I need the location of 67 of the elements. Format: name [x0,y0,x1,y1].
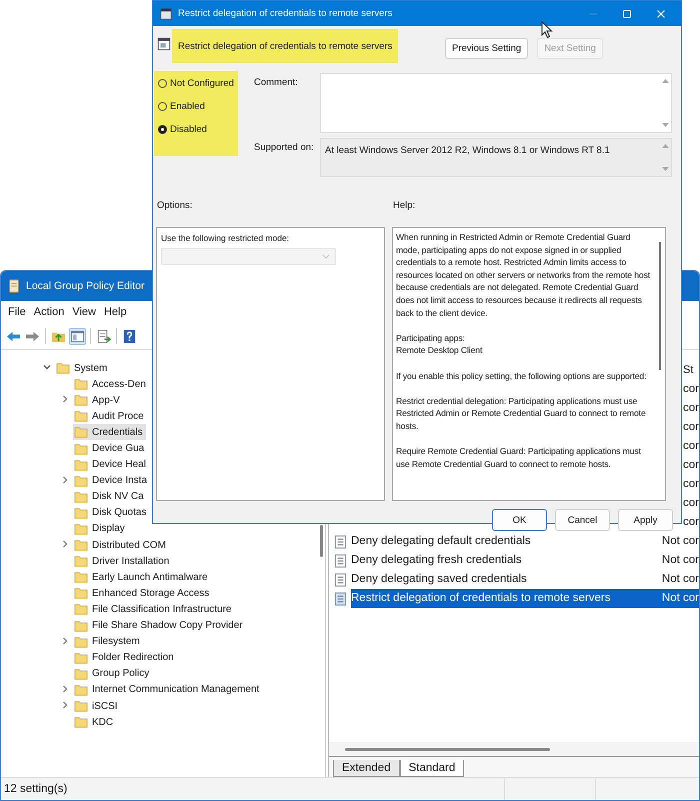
tree-item[interactable]: Distributed COM [73,537,169,554]
help-paragraph: When running in Restricted Admin or Remote Credential Guard mode, participating apps do not expose signed in or supplied credentials to a remote host. Restricted Admin limits access to resources located on other servers or networks from the remote host because credentials are not delegated. Remote Credential Guard does not limit access to resources because it redirects all requests back to the client device. [396,231,652,320]
window-title: Restrict delegation of credentials to remote servers [178,8,392,19]
tree-item[interactable]: Driver Installation [73,553,172,570]
tree-item[interactable]: System [55,360,110,376]
supported-field: At least Windows Server 2012 R2, Windows 8.1 or Windows RT 8.1 [320,138,672,177]
status-text: 12 setting(s) [3,783,68,795]
radio-option[interactable]: Not Configured [158,76,238,91]
help-paragraph: If you enable this policy setting, the following options are supported: [396,370,648,382]
tree-item[interactable]: Disk NV Ca [73,488,147,505]
setting-name: Deny delegating default credentials [351,534,532,549]
list-row[interactable]: Deny delegating default credentials Not cor [329,532,699,551]
setting-state: cor [682,496,699,511]
setting-state: Not cor [659,589,699,608]
tree-item[interactable]: Display [73,520,128,537]
help-paragraph: Restrict credential delegation: Participating applications must use Restricted Admin or Remote Credential Guard to connect to remote hosts. [396,394,647,432]
supported-label: Supported on: [254,141,315,155]
tree-item[interactable]: Credentials [73,424,146,440]
tree-item[interactable]: Folder Redirection [73,650,177,666]
setting-state: cor [682,382,699,397]
dialog-button[interactable]: Apply [618,509,673,531]
tree-item[interactable]: Internet Communication Management [73,682,262,698]
dialog-button[interactable]: OK [492,509,547,531]
option-label: Use the following restricted mode: [161,233,290,243]
setting-name: Restrict delegation of credentials to remote servers [351,589,659,608]
tree-item[interactable]: Device Heal [73,456,149,473]
setting-state: cor [682,420,699,435]
tree-item[interactable]: Access-Den [73,376,149,392]
setting-state: Not cor [660,572,699,587]
window-title: Local Group Policy Editor [26,280,144,292]
selected-row[interactable]: Restrict delegation of credentials to remote servers Not cor [329,589,699,608]
tree-item[interactable]: Audit Proce [73,408,147,424]
help-paragraph: Participating apps: Remote Desktop Client [396,332,484,357]
menu-item[interactable]: Action [30,304,68,320]
setting-state: Not cor [660,553,699,568]
navigation-button[interactable]: Previous Setting [445,38,528,59]
tree-item[interactable]: Early Launch Antimalware [73,569,211,586]
help-label: Help: [393,200,416,210]
tree-item[interactable]: Device Insta [73,472,150,489]
tree-item[interactable]: KDC [73,714,116,730]
tree-item[interactable]: Group Policy [73,666,152,682]
setting-state: Not cor [660,534,699,549]
tree-item[interactable]: File Classification Infrastructure [73,601,234,618]
tree-item[interactable]: File Share Shadow Copy Provider [73,618,246,634]
radio-option[interactable]: Disabled [158,122,238,137]
list-row[interactable]: Deny delegating saved credentials Not cor [329,570,699,589]
tree-item[interactable]: Device Gua [73,440,148,457]
comment-label: Comment: [254,76,299,90]
tree-item[interactable]: iSCSI [73,698,121,714]
tree-item[interactable]: App-V [73,392,123,408]
setting-name: Deny delegating fresh credentials [351,553,523,568]
options-label: Options: [157,200,194,210]
view-tab[interactable]: Standard [400,760,464,777]
radio-option[interactable]: Enabled [158,99,238,114]
setting-name: Deny delegating saved credentials [351,572,528,587]
policy-title: Restrict delegation of credentials to remote servers [172,29,398,63]
menu-item[interactable]: File [4,304,30,320]
view-tab[interactable]: Extended [333,760,400,777]
help-paragraph: Require Remote Credential Guard: Participating applications must use Remote Credential Guard to connect to remote hosts. [396,445,642,470]
list-row[interactable]: Deny delegating fresh credentials Not cor [329,551,699,570]
menu-item[interactable]: Help [100,304,131,320]
tree-item[interactable]: Filesystem [73,634,143,650]
menu-item[interactable]: View [68,304,100,320]
setting-state: cor [682,477,699,492]
tree-item[interactable]: Enhanced Storage Access [73,585,212,602]
dialog-button[interactable]: Cancel [555,509,610,531]
tree-item[interactable]: Disk Quotas [73,504,150,521]
